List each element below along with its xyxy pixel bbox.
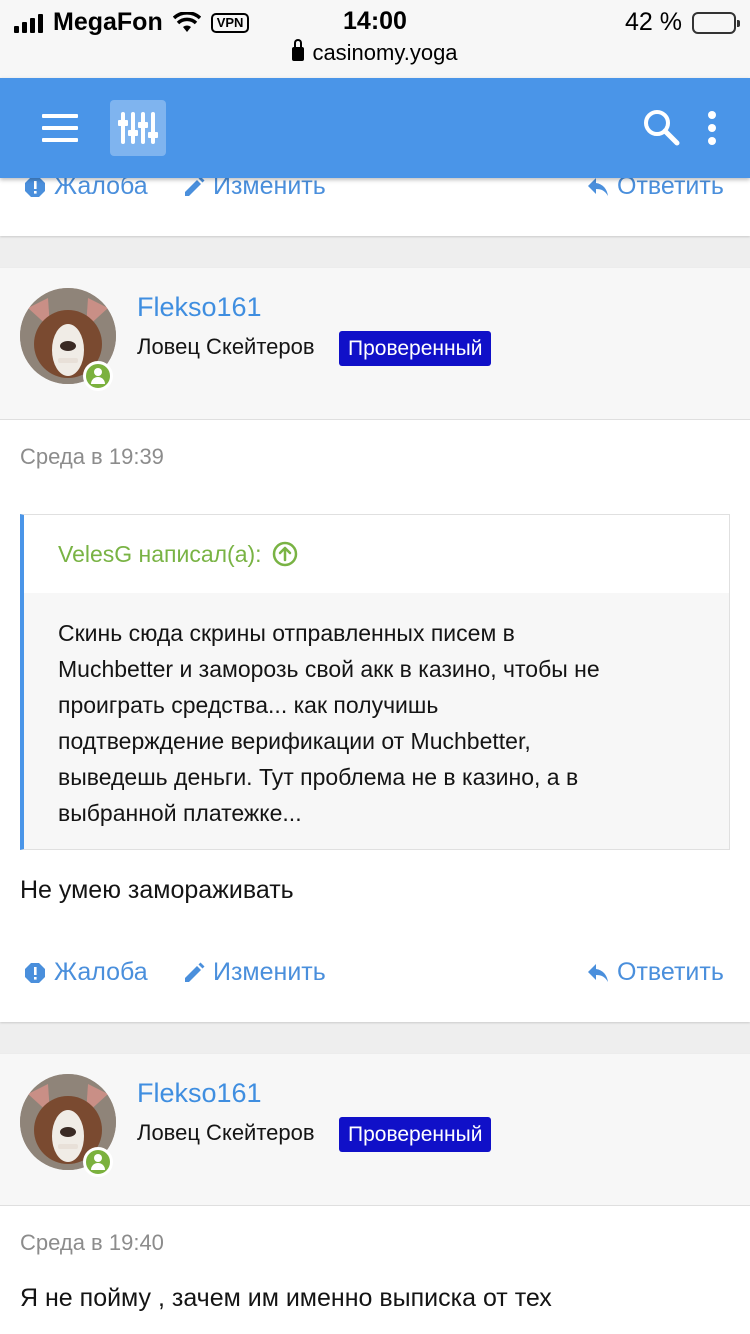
- online-status-icon: [83, 1147, 113, 1177]
- report-button[interactable]: Жалоба: [24, 958, 148, 987]
- search-icon[interactable]: [642, 108, 680, 146]
- site-logo[interactable]: [110, 100, 166, 156]
- quote-line: выбранной платежке...: [58, 800, 302, 826]
- edit-button[interactable]: Изменить: [183, 958, 326, 987]
- post-author-block: Flekso161 Ловец Скейтеров Проверенный: [0, 268, 750, 420]
- quote-author: VelesG написал(а):: [58, 541, 262, 567]
- lock-icon: [292, 39, 305, 61]
- quote-line: Скинь сюда скрины отправленных писем в: [58, 620, 515, 646]
- pencil-icon: [185, 176, 205, 196]
- report-label: Жалоба: [54, 958, 148, 986]
- quote-line: проиграть средства... как получишь: [58, 692, 439, 718]
- quote-block: VelesG написал(а): Скинь сюда скрины отп…: [20, 514, 730, 850]
- reply-button[interactable]: Ответить: [587, 958, 724, 987]
- alert-icon: [25, 176, 45, 197]
- user-title: Ловец Скейтеров: [137, 1120, 315, 1145]
- reply-icon: [588, 963, 608, 982]
- more-options-icon[interactable]: [703, 110, 721, 146]
- post-message: Не умею замораживать: [20, 876, 294, 904]
- quote-text: Скинь сюда скрины отправленных писем в M…: [24, 593, 729, 849]
- edit-label: Изменить: [213, 958, 326, 986]
- quote-line: подтверждение верификации от Muchbetter,: [58, 728, 531, 754]
- arrow-up-circle-icon[interactable]: [272, 541, 298, 567]
- post-actions: Жалоба Изменить Ответить: [0, 958, 750, 998]
- quote-header[interactable]: VelesG написал(а):: [24, 515, 729, 593]
- post-actions: Жалоба Изменить Ответить: [0, 172, 750, 212]
- status-bar-right: 42 %: [625, 8, 740, 37]
- username-link[interactable]: Flekso161: [137, 1078, 262, 1109]
- verified-badge: Проверенный: [339, 331, 492, 366]
- post-date[interactable]: Среда в 19:39: [20, 444, 164, 470]
- sliders-logo-icon: [118, 112, 158, 144]
- username-link[interactable]: Flekso161: [137, 292, 262, 323]
- status-bar: MegaFon VPN 14:00 casinomy.yoga 42 %: [0, 0, 750, 78]
- post-author-block: Flekso161 Ловец Скейтеров Проверенный: [0, 1054, 750, 1206]
- user-title: Ловец Скейтеров: [137, 334, 315, 359]
- reply-icon: [588, 177, 608, 196]
- quote-line: Muchbetter и заморозь свой акк в казино,…: [58, 656, 600, 682]
- pencil-icon: [185, 962, 205, 982]
- battery-icon: [692, 11, 740, 34]
- online-status-icon: [83, 361, 113, 391]
- url-bar[interactable]: casinomy.yoga: [0, 39, 750, 66]
- post-card: Flekso161 Ловец Скейтеров Проверенный Ср…: [0, 268, 750, 1022]
- post-card: Flekso161 Ловец Скейтеров Проверенный Ср…: [0, 1054, 750, 1334]
- menu-icon[interactable]: [42, 114, 78, 142]
- url-text: casinomy.yoga: [312, 40, 458, 65]
- post-date[interactable]: Среда в 19:40: [20, 1230, 164, 1256]
- alert-icon: [25, 962, 45, 983]
- top-navbar: [0, 78, 750, 178]
- quote-line: выведешь деньги. Тут проблема не в казин…: [58, 764, 579, 790]
- verified-badge: Проверенный: [339, 1117, 492, 1152]
- reply-label: Ответить: [617, 958, 724, 986]
- post-message: Я не пойму , зачем им именно выписка от …: [20, 1284, 552, 1312]
- battery-percent: 42 %: [625, 8, 682, 36]
